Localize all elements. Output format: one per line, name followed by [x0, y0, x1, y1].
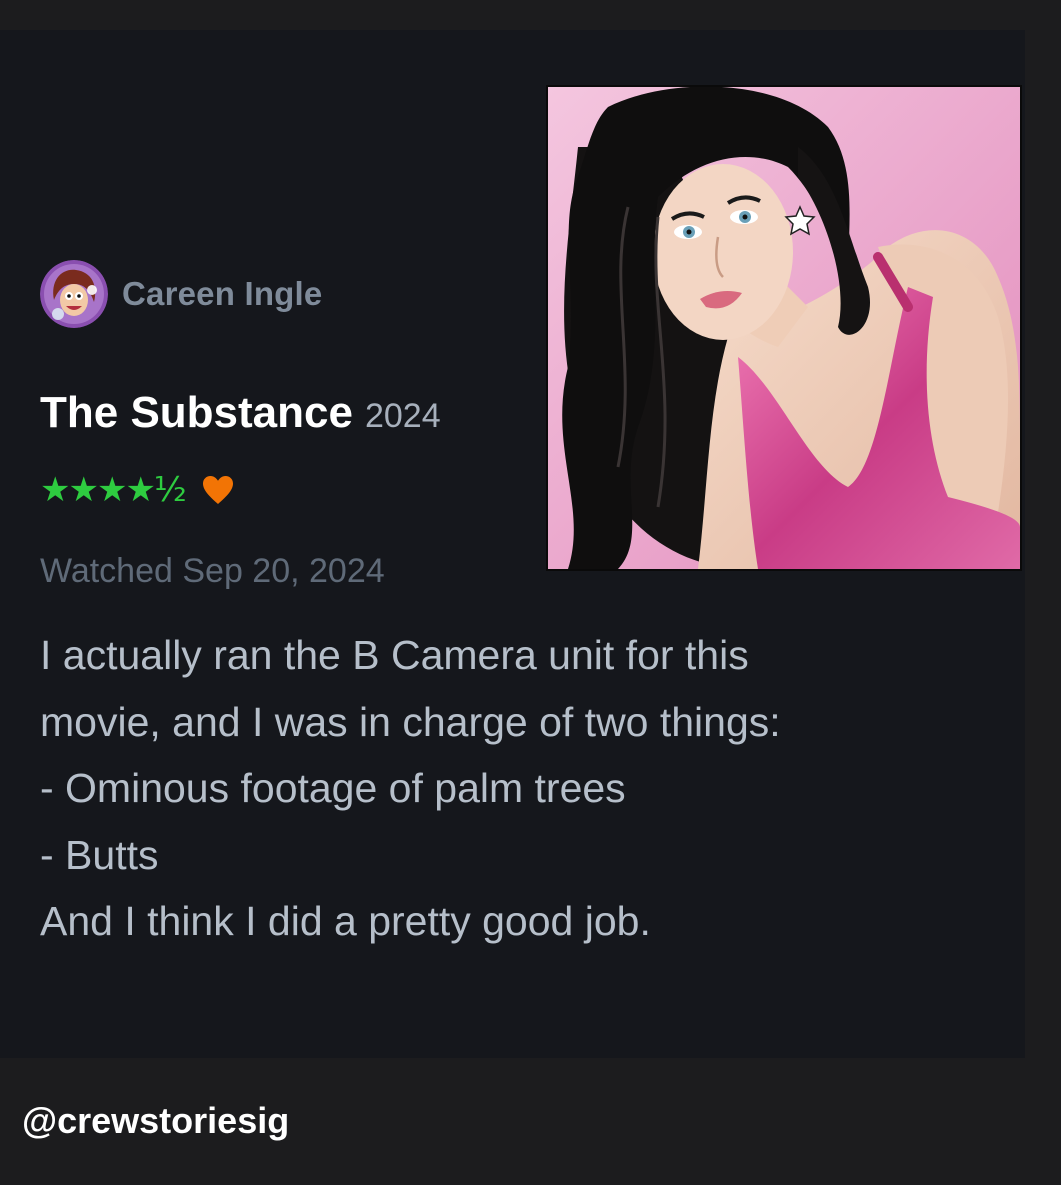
review-line: I actually ran the B Camera unit for thi…	[40, 632, 749, 678]
review-card: Careen Ingle The Substance 2024 ★★★★½ Wa…	[0, 30, 1025, 1058]
avatar[interactable]	[40, 260, 108, 328]
film-title[interactable]: The Substance	[40, 388, 353, 438]
review-body: I actually ran the B Camera unit for thi…	[40, 622, 980, 955]
review-author[interactable]: Careen Ingle	[40, 260, 322, 328]
star-rating: ★★★★½	[40, 470, 187, 510]
film-year[interactable]: 2024	[365, 397, 441, 436]
review-line: - Butts	[40, 831, 159, 878]
rating: ★★★★½	[40, 470, 235, 510]
poster-image	[548, 87, 1020, 569]
review-line: - Ominous footage of palm trees	[40, 765, 626, 811]
author-name[interactable]: Careen Ingle	[122, 275, 322, 313]
film-poster[interactable]	[546, 85, 1022, 571]
cartoon-avatar-icon	[40, 260, 108, 328]
review-line: And I think I did a pretty good job.	[40, 898, 651, 944]
watched-date: Watched Sep 20, 2024	[40, 552, 385, 590]
review-line: movie, and I was in charge of two things…	[40, 698, 781, 745]
watermark-handle: @crewstoriesig	[22, 1100, 290, 1141]
heart-icon	[202, 476, 233, 504]
film-heading: The Substance 2024	[40, 388, 441, 438]
